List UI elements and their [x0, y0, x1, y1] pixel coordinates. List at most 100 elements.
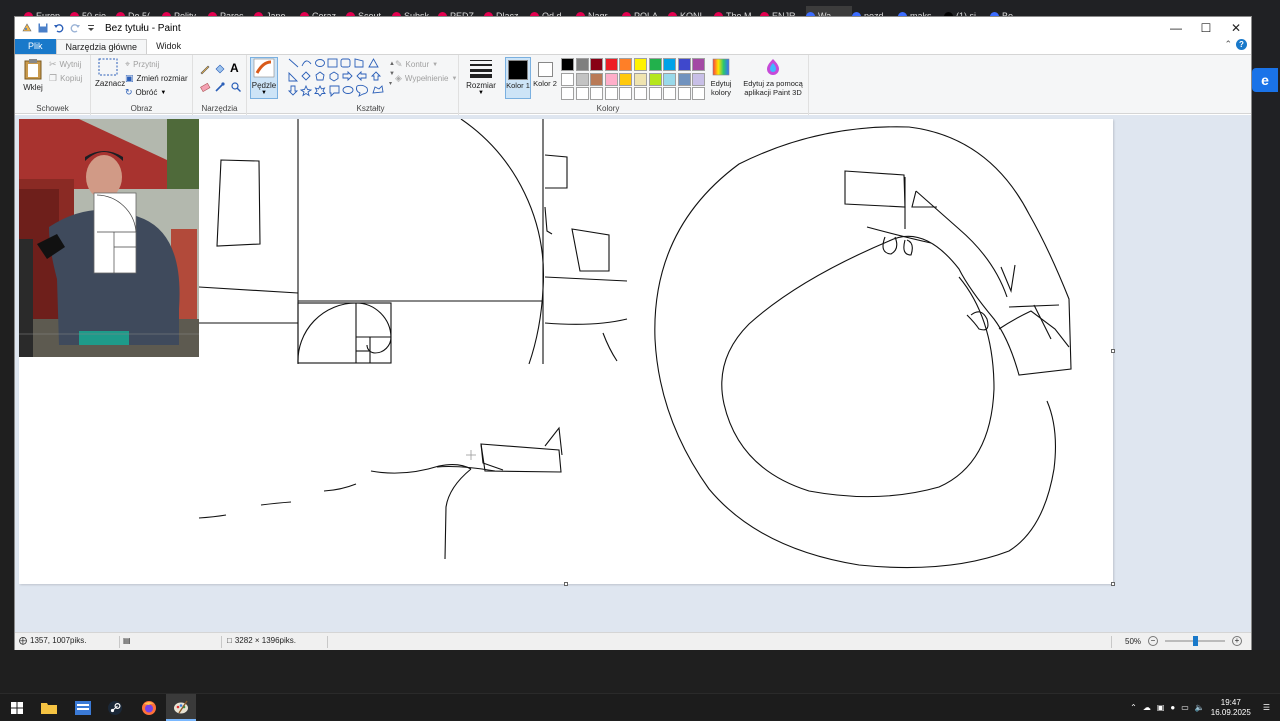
text-tool-icon[interactable]: A — [230, 61, 239, 75]
crop-button[interactable]: ⌖ Przytnij — [125, 59, 159, 70]
color-swatch[interactable] — [604, 87, 618, 100]
chevron-up-icon[interactable]: ⌃ — [1130, 703, 1137, 712]
color-swatch[interactable] — [677, 58, 691, 71]
microphone-icon[interactable]: ● — [1170, 703, 1175, 712]
cut-button[interactable]: ✂ Wytnij — [49, 59, 81, 70]
resize-button[interactable]: ▣ Zmień rozmiar — [125, 73, 188, 84]
color-swatch[interactable] — [648, 72, 662, 86]
color-swatch[interactable] — [634, 87, 647, 100]
magnifier-icon[interactable] — [230, 81, 242, 93]
shapes-gallery[interactable] — [287, 57, 389, 99]
size-button[interactable]: Rozmiar ▼ — [465, 58, 497, 96]
display-icon[interactable]: ▭ — [1181, 703, 1189, 712]
drawing-canvas[interactable] — [19, 119, 1113, 584]
color-swatch[interactable] — [677, 72, 691, 86]
color-swatch[interactable] — [561, 87, 574, 100]
color-swatch[interactable] — [648, 58, 662, 71]
zoom-slider-thumb[interactable] — [1192, 636, 1198, 646]
zoom-out-icon[interactable]: − — [1148, 636, 1159, 646]
taskbar-steam[interactable] — [100, 694, 130, 721]
fill-button[interactable]: ◈ Wypełnienie ▼ — [395, 73, 457, 84]
browser-side-button[interactable]: e — [1252, 68, 1278, 92]
taskbar-firefox[interactable] — [134, 694, 164, 721]
size-group: Rozmiar ▼ — [459, 55, 503, 115]
colors-group: Kolor 1 Kolor 2 Edytuj kolory Edytuj za … — [503, 55, 809, 115]
zoom-slider[interactable] — [1165, 636, 1226, 646]
pencil-icon[interactable] — [199, 63, 211, 75]
select-button[interactable]: Zaznacz — [95, 58, 125, 88]
resize-handle-right[interactable] — [1111, 349, 1115, 353]
color-swatch[interactable] — [561, 72, 574, 86]
taskbar-app-2[interactable] — [68, 694, 98, 721]
selection-icon: ▤ — [123, 636, 131, 645]
color-swatch[interactable] — [604, 72, 618, 86]
undo-icon[interactable] — [53, 22, 65, 34]
color-swatch[interactable] — [561, 58, 574, 71]
resize-handle-bottom[interactable] — [564, 582, 568, 586]
copy-button[interactable]: ❐ Kopiuj — [49, 73, 82, 84]
color-swatch[interactable] — [663, 87, 677, 100]
fill-bucket-icon[interactable] — [214, 63, 226, 75]
tab-view[interactable]: Widok — [147, 39, 190, 54]
network-icon[interactable]: ▣ — [1157, 703, 1165, 712]
zoom-in-icon[interactable]: + — [1232, 636, 1243, 646]
color-swatch[interactable] — [604, 58, 618, 71]
clock[interactable]: 19:47 16.09.2025 — [1211, 698, 1251, 718]
eraser-icon[interactable] — [199, 81, 211, 93]
rotate-button[interactable]: ↻ Obróć ▼ — [125, 87, 166, 98]
select-icon — [98, 58, 118, 76]
maximize-button[interactable]: ☐ — [1191, 17, 1221, 39]
color2-button[interactable]: Kolor 2 — [533, 57, 557, 99]
color-picker-icon[interactable] — [214, 81, 226, 93]
color-swatch[interactable] — [663, 58, 677, 71]
color-swatch[interactable] — [692, 58, 706, 71]
color-swatch[interactable] — [634, 72, 647, 86]
tab-home[interactable]: Narzędzia główne — [55, 39, 148, 54]
outline-button[interactable]: ✎ Kontur ▼ — [395, 59, 438, 70]
resize-handle-corner[interactable] — [1111, 582, 1115, 586]
golden-ratio-sketch — [198, 119, 628, 365]
customize-toolbar-icon[interactable] — [85, 22, 97, 34]
tab-file[interactable]: Plik — [15, 39, 56, 54]
close-button[interactable]: ✕ — [1221, 17, 1251, 39]
color-swatch[interactable] — [590, 87, 604, 100]
notifications-icon[interactable]: ☰ — [1263, 703, 1270, 712]
taskbar-paint[interactable] — [166, 694, 196, 721]
color-swatch[interactable] — [692, 87, 706, 100]
save-icon[interactable] — [37, 22, 49, 34]
redo-icon[interactable] — [69, 22, 81, 34]
color1-swatch — [508, 60, 528, 80]
brushes-button[interactable]: Pędzle ▼ — [250, 57, 278, 99]
shapes-group: ▲ ▼ ▾ ✎ Kontur ▼ ◈ Wypełnienie ▼ Kształty — [283, 55, 459, 115]
collapse-ribbon-icon[interactable]: ⌃ — [1224, 39, 1232, 50]
color-swatch[interactable] — [648, 87, 662, 100]
start-button[interactable] — [2, 694, 32, 721]
paste-button[interactable]: Wklej — [21, 58, 45, 92]
paint-icon — [174, 700, 188, 713]
color-swatch[interactable] — [575, 87, 589, 100]
crosshair-icon: ⨁ — [19, 636, 27, 645]
color-swatch[interactable] — [590, 58, 604, 71]
chevron-down-icon: ▼ — [261, 90, 267, 96]
color-swatch[interactable] — [677, 87, 691, 100]
edit-colors-button[interactable]: Edytuj kolory — [707, 58, 735, 97]
color-swatch[interactable] — [634, 58, 647, 71]
color-swatch[interactable] — [575, 72, 589, 86]
clock-time: 19:47 — [1220, 697, 1241, 707]
paint3d-button[interactable]: Edytuj za pomocą aplikacji Paint 3D — [739, 58, 807, 97]
taskbar-explorer[interactable] — [34, 694, 64, 721]
color1-button[interactable]: Kolor 1 — [505, 57, 531, 99]
cloud-icon[interactable]: ☁ — [1143, 703, 1151, 712]
color-swatch[interactable] — [619, 58, 633, 71]
color-swatch[interactable] — [663, 72, 677, 86]
clipboard-group: Wklej ✂ Wytnij ❐ Kopiuj Schowek — [15, 55, 91, 115]
volume-icon[interactable]: 🔈 — [1195, 703, 1205, 712]
color-swatch[interactable] — [619, 87, 633, 100]
help-icon[interactable]: ? — [1236, 39, 1247, 50]
minimize-button[interactable]: — — [1161, 17, 1191, 39]
color-swatch[interactable] — [619, 72, 633, 86]
color-swatch[interactable] — [575, 58, 589, 71]
pasted-photo — [19, 119, 199, 357]
color-swatch[interactable] — [692, 72, 706, 86]
color-swatch[interactable] — [590, 72, 604, 86]
